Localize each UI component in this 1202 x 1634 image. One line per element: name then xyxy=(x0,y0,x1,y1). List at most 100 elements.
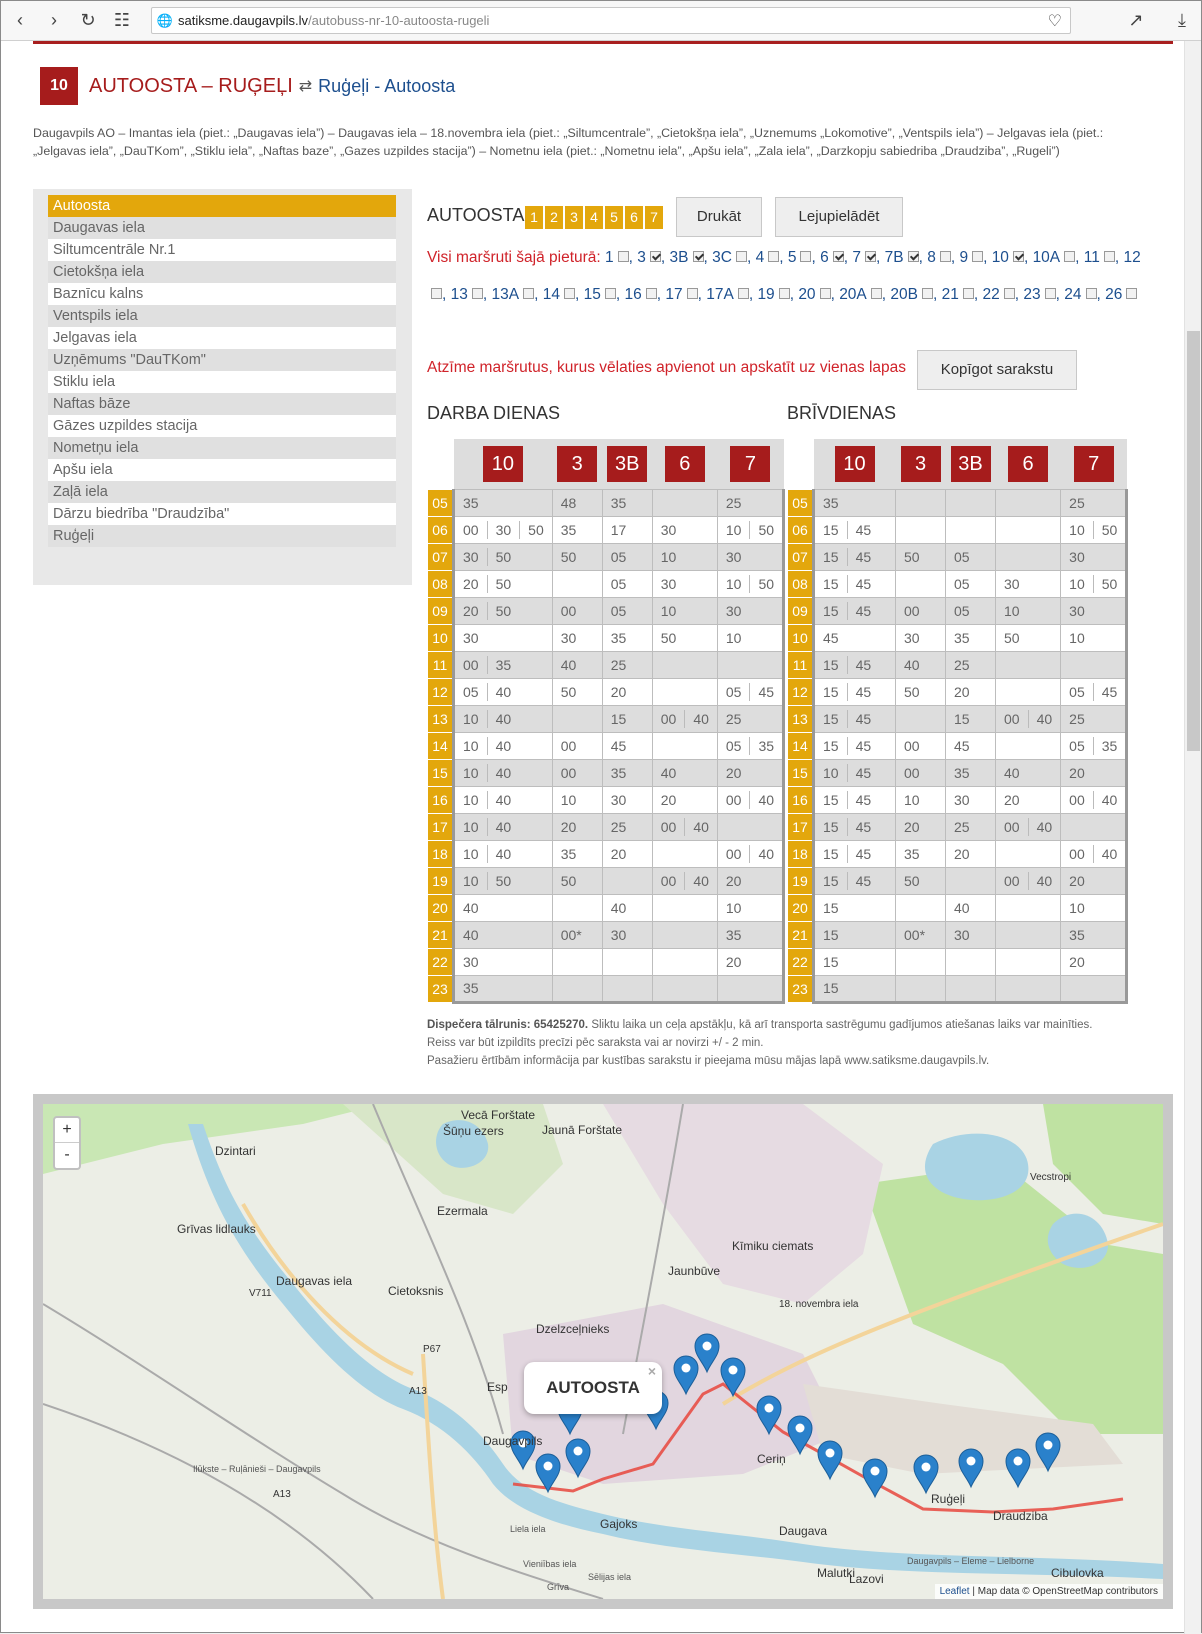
route-number-badge[interactable]: 6 xyxy=(1008,445,1049,482)
direction-button[interactable]: 7 xyxy=(645,206,663,229)
direction-button[interactable]: 3 xyxy=(565,206,583,229)
zoom-in-button[interactable]: + xyxy=(55,1118,79,1143)
reload-icon[interactable]: ↻ xyxy=(73,6,103,36)
download-button[interactable]: Lejupielādēt xyxy=(775,197,903,237)
page-scrollbar[interactable] xyxy=(1184,41,1201,1634)
route-link[interactable]: 10A xyxy=(1033,249,1061,266)
route-link[interactable]: 12 xyxy=(1124,249,1141,266)
route-checkbox[interactable] xyxy=(1103,251,1115,262)
route-link[interactable]: 4 xyxy=(756,249,765,266)
stop-item[interactable]: Ventspils iela xyxy=(48,305,396,327)
stop-item[interactable]: Zaļā iela xyxy=(48,481,396,503)
route-link[interactable]: 3 xyxy=(637,249,646,266)
direction-button[interactable]: 5 xyxy=(605,206,623,229)
route-link[interactable]: 13A xyxy=(492,286,520,303)
popup-close-icon[interactable]: × xyxy=(648,1364,656,1378)
extension-icon[interactable]: ↗ xyxy=(1121,6,1151,36)
route-link[interactable]: 17 xyxy=(665,286,682,303)
route-link[interactable]: 5 xyxy=(788,249,797,266)
route-checkbox[interactable] xyxy=(1012,251,1024,262)
route-link[interactable]: 26 xyxy=(1105,286,1122,303)
apps-grid-icon[interactable]: ☷ xyxy=(107,6,137,36)
route-link[interactable]: 23 xyxy=(1023,286,1040,303)
route-checkbox[interactable] xyxy=(907,251,919,262)
route-checkbox[interactable] xyxy=(471,288,483,299)
route-link[interactable]: 6 xyxy=(820,249,829,266)
route-link[interactable]: 20A xyxy=(839,286,867,303)
route-number-badge[interactable]: 3B xyxy=(607,445,648,482)
stop-item[interactable]: Stiklu iela xyxy=(48,371,396,393)
print-button[interactable]: Drukāt xyxy=(676,197,762,237)
route-checkbox[interactable] xyxy=(922,288,933,299)
stop-item[interactable]: Naftas bāze xyxy=(48,393,396,415)
route-checkbox[interactable] xyxy=(778,288,790,299)
route-number-badge[interactable]: 10 xyxy=(834,445,875,482)
stop-item[interactable]: Uzņēmums "DauTKom" xyxy=(48,349,396,371)
route-checkbox[interactable] xyxy=(431,288,442,299)
stop-item[interactable]: Dārzu biedrība "Draudzība" xyxy=(48,503,396,525)
route-number-badge[interactable]: 7 xyxy=(730,445,771,482)
route-checkbox[interactable] xyxy=(737,288,749,299)
leaflet-link[interactable]: Leaflet xyxy=(940,1586,970,1597)
stop-item[interactable]: Gāzes uzpildes stacija xyxy=(48,415,396,437)
forward-icon[interactable]: › xyxy=(39,6,69,36)
route-checkbox[interactable] xyxy=(604,288,616,299)
stop-item[interactable]: Cietokšņa iela xyxy=(48,261,396,283)
share-button[interactable]: Kopīgot sarakstu xyxy=(917,350,1077,390)
download-icon[interactable]: ⤓ xyxy=(1167,6,1197,36)
route-number-badge[interactable]: 3 xyxy=(900,445,941,482)
route-checkbox[interactable] xyxy=(768,251,780,262)
route-link[interactable]: 17A xyxy=(706,286,734,303)
back-icon[interactable]: ‹ xyxy=(5,6,35,36)
route-link[interactable]: 7 xyxy=(852,249,861,266)
route-checkbox[interactable] xyxy=(1126,288,1138,299)
bookmark-heart-icon[interactable]: ♡ xyxy=(1048,11,1062,31)
stop-item[interactable]: Apšu iela xyxy=(48,459,396,481)
route-link[interactable]: 14 xyxy=(543,286,560,303)
scrollbar-thumb[interactable] xyxy=(1187,331,1200,751)
route-number-badge[interactable]: 3B xyxy=(950,445,991,482)
route-checkbox[interactable] xyxy=(563,288,575,299)
route-checkbox[interactable] xyxy=(523,288,535,299)
route-number-badge[interactable]: 7 xyxy=(1073,445,1114,482)
stop-item[interactable]: Siltumcentrāle Nr.1 xyxy=(48,239,396,261)
route-link[interactable]: 8 xyxy=(927,249,936,266)
route-link[interactable]: 21 xyxy=(942,286,959,303)
route-number-badge[interactable]: 10 xyxy=(482,445,523,482)
stop-item[interactable]: Ruģeļi xyxy=(48,525,396,547)
stop-item[interactable]: Daugavas iela xyxy=(48,217,396,239)
route-checkbox[interactable] xyxy=(649,251,661,262)
route-checkbox[interactable] xyxy=(692,251,704,262)
route-checkbox[interactable] xyxy=(819,288,831,299)
stop-item[interactable]: Autoosta xyxy=(48,195,396,217)
route-checkbox[interactable] xyxy=(864,251,876,262)
reverse-direction-link[interactable]: Ruģeļi - Autoosta xyxy=(318,76,455,97)
route-checkbox[interactable] xyxy=(735,251,747,262)
route-link[interactable]: 9 xyxy=(959,249,968,266)
route-link[interactable]: 7B xyxy=(885,249,904,266)
route-link[interactable]: 13 xyxy=(451,286,468,303)
route-link[interactable]: 24 xyxy=(1064,286,1081,303)
route-checkbox[interactable] xyxy=(1085,288,1097,299)
route-checkbox[interactable] xyxy=(686,288,698,299)
route-checkbox[interactable] xyxy=(939,251,951,262)
route-number-badge[interactable]: 3 xyxy=(557,445,598,482)
direction-button[interactable]: 6 xyxy=(625,206,643,229)
direction-button[interactable]: 4 xyxy=(585,206,603,229)
route-number-badge[interactable]: 6 xyxy=(664,445,705,482)
route-link[interactable]: 3C xyxy=(712,249,732,266)
route-link[interactable]: 10 xyxy=(992,249,1009,266)
route-checkbox[interactable] xyxy=(617,251,629,262)
stop-item[interactable]: Baznīcu kalns xyxy=(48,283,396,305)
route-link[interactable]: 19 xyxy=(757,286,774,303)
route-link[interactable]: 1 xyxy=(605,249,614,266)
route-checkbox[interactable] xyxy=(800,251,812,262)
route-link[interactable]: 11 xyxy=(1084,249,1100,266)
route-map[interactable]: Vecā Forštate Jaunā Forštate Šūņu ezers Dzi… xyxy=(43,1104,1163,1599)
route-link[interactable]: 22 xyxy=(983,286,1000,303)
route-checkbox[interactable] xyxy=(832,251,844,262)
direction-button[interactable]: 2 xyxy=(545,206,563,229)
stop-item[interactable]: Jelgavas iela xyxy=(48,327,396,349)
route-link[interactable]: 3B xyxy=(670,249,689,266)
route-link[interactable]: 16 xyxy=(624,286,641,303)
